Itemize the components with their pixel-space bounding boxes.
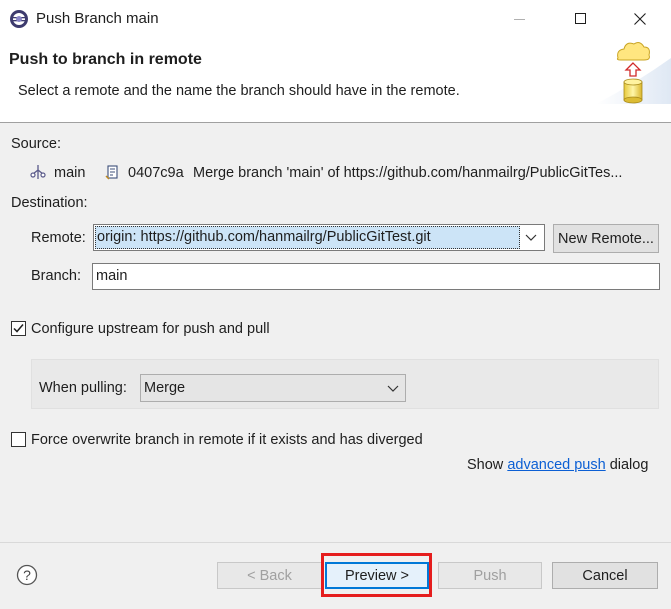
back-button-label: < Back	[247, 567, 292, 584]
when-pulling-label: When pulling:	[39, 380, 127, 396]
when-pulling-select[interactable]: Merge	[140, 374, 406, 402]
back-button[interactable]: < Back	[217, 562, 322, 589]
commit-id: 0407c9a	[128, 165, 184, 181]
force-overwrite-label: Force overwrite branch in remote if it e…	[31, 432, 423, 448]
remote-label: Remote:	[31, 230, 86, 246]
configure-upstream-checkbox[interactable]	[11, 321, 26, 336]
page-description: Select a remote and the name the branch …	[18, 83, 460, 99]
new-remote-button[interactable]: New Remote...	[553, 224, 659, 253]
chevron-down-icon	[386, 383, 400, 395]
remote-select[interactable]: origin: https://github.com/hanmailrg/Pub…	[93, 224, 545, 251]
help-icon[interactable]: ?	[16, 564, 38, 586]
maximize-icon	[575, 13, 586, 24]
branch-label: Branch:	[31, 268, 81, 284]
cancel-button[interactable]: Cancel	[552, 562, 658, 589]
window-title: Push Branch main	[36, 10, 159, 27]
source-branch: main	[54, 165, 86, 181]
push-button[interactable]: Push	[438, 562, 542, 589]
advanced-push-suffix: dialog	[609, 457, 649, 473]
maximize-button[interactable]	[558, 0, 604, 38]
cancel-button-label: Cancel	[582, 567, 628, 584]
commit-message: Merge branch 'main' of https://github.co…	[193, 165, 623, 181]
footer-separator	[0, 542, 671, 543]
advanced-push-link[interactable]: advanced push	[507, 457, 605, 473]
push-button-label: Push	[473, 567, 507, 584]
close-icon	[634, 13, 646, 25]
minimize-button[interactable]	[497, 0, 543, 38]
force-overwrite-checkbox[interactable]	[11, 432, 26, 447]
advanced-push-text: Show advanced push dialog	[467, 457, 648, 473]
source-label: Source:	[11, 136, 61, 152]
branch-input-value: main	[96, 268, 128, 284]
branch-icon	[30, 164, 46, 180]
svg-text:?: ?	[23, 567, 31, 583]
checkmark-icon	[13, 324, 24, 333]
when-pulling-value: Merge	[144, 380, 186, 396]
new-remote-button-label: New Remote...	[558, 230, 654, 247]
branch-input[interactable]: main	[92, 263, 660, 290]
destination-label: Destination:	[11, 195, 88, 211]
commit-icon	[104, 164, 120, 180]
minimize-icon	[514, 19, 525, 20]
push-to-cloud-icon	[596, 38, 671, 104]
preview-highlight-box	[321, 553, 432, 597]
advanced-push-prefix: Show	[467, 457, 504, 473]
eclipse-icon	[9, 9, 29, 29]
configure-upstream-label: Configure upstream for push and pull	[31, 321, 270, 337]
page-title: Push to branch in remote	[9, 51, 202, 68]
remote-select-value: origin: https://github.com/hanmailrg/Pub…	[97, 229, 431, 245]
close-button[interactable]	[617, 0, 663, 38]
chevron-down-icon	[524, 232, 538, 244]
